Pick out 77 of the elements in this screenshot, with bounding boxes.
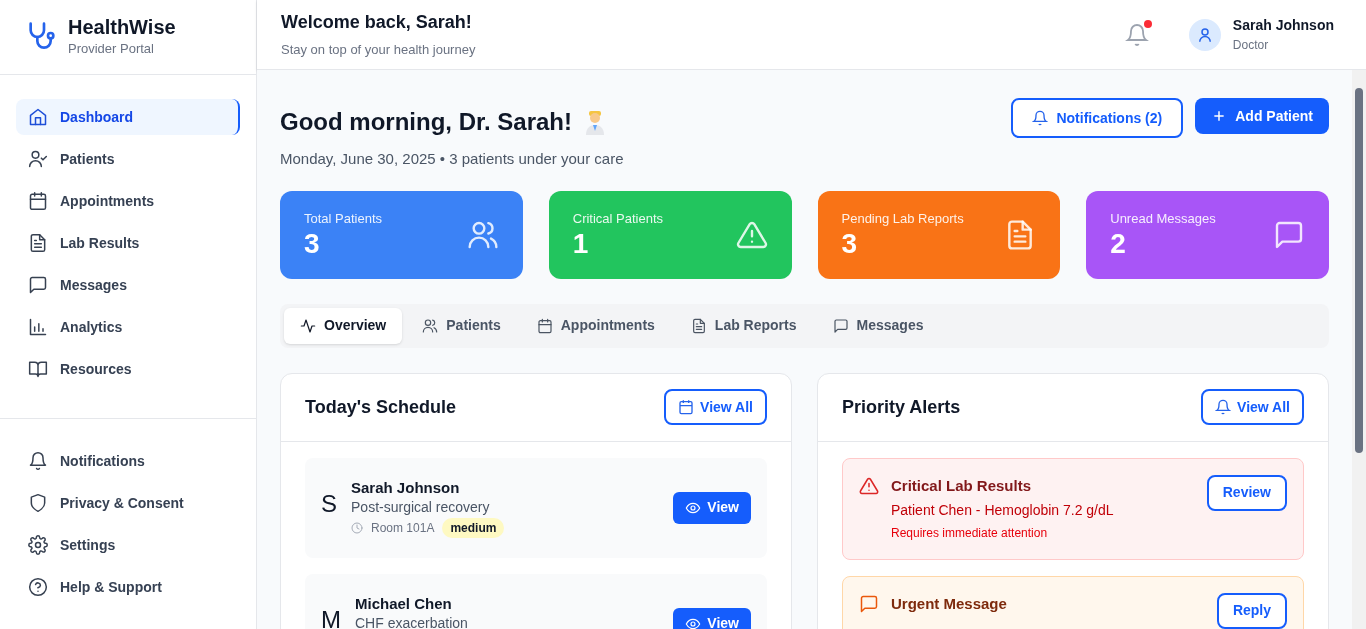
greeting-title: Good morning, Dr. Sarah! [280, 107, 573, 137]
patient-initial: M [321, 607, 341, 629]
card-title: Priority Alerts [842, 395, 961, 419]
calendar-icon [536, 317, 553, 334]
shield-icon [28, 493, 48, 513]
stat-value: 1 [572, 228, 590, 261]
nav-item[interactable]: Analytics [16, 309, 240, 345]
scrollbar[interactable] [1352, 70, 1366, 629]
stat-value: 3 [304, 228, 321, 261]
room-label: Room 101A [371, 519, 435, 537]
doctor-icon [584, 109, 607, 135]
tab[interactable]: Messages [816, 307, 940, 344]
nav-item[interactable]: Notifications [16, 443, 240, 479]
stat-label: Unread Messages [1110, 209, 1216, 228]
calendar-icon [28, 191, 48, 211]
help-icon [28, 577, 48, 597]
alert-note: Requires immediate attention [891, 525, 1049, 542]
user-check-icon [28, 149, 48, 169]
patient-name: Michael Chen [355, 593, 453, 614]
nav-item[interactable]: Messages [16, 267, 240, 303]
stat-label: Pending Lab Reports [841, 209, 964, 228]
chat-icon [28, 275, 48, 295]
home-icon [28, 107, 48, 127]
nav-item[interactable]: Patients [16, 141, 240, 177]
notifications-button[interactable]: Notifications (2) [1011, 98, 1184, 138]
patient-name: Sarah Johnson [351, 477, 461, 498]
app-name: HealthWise [68, 15, 176, 40]
page-title: Welcome back, Sarah! [281, 11, 473, 35]
nav-item[interactable]: Appointments [16, 183, 240, 219]
user-role: Doctor [1232, 37, 1270, 54]
alert-action-button[interactable]: Reply [1216, 592, 1287, 629]
document-icon [28, 233, 48, 253]
alert-detail: Patient Chen - Hemoglobin 7.2 g/dL [891, 501, 1114, 520]
stat-label: Total Patients [304, 209, 383, 228]
user-name: Sarah Johnson [1232, 16, 1334, 35]
view-all-button[interactable]: View All [664, 389, 767, 425]
nav-item[interactable]: Help & Support [16, 569, 240, 605]
bell-icon [1032, 110, 1049, 126]
card-title: Today's Schedule [305, 395, 456, 419]
stat-label: Critical Patients [572, 209, 664, 228]
settings-icon [28, 535, 48, 555]
nav-item[interactable]: Lab Results [16, 225, 240, 261]
nav-item[interactable]: Privacy & Consent [16, 485, 240, 521]
book-icon [28, 359, 48, 379]
view-all-button[interactable]: View All [1201, 389, 1304, 425]
users-icon [422, 317, 439, 334]
tab[interactable]: Lab Reports [674, 307, 813, 344]
bell-icon [28, 451, 48, 471]
nav-item[interactable]: Settings [16, 527, 240, 563]
visit-reason: Post-surgical recovery [351, 497, 491, 516]
avatar-icon[interactable] [1188, 18, 1221, 51]
pulse-icon [300, 317, 316, 334]
app-subtitle: Provider Portal [68, 40, 155, 59]
view-button[interactable]: View [673, 491, 751, 524]
nav-item[interactable]: Resources [16, 351, 240, 387]
stat-value: 2 [1110, 228, 1127, 261]
patient-initial: S [321, 491, 337, 516]
view-button[interactable]: View [673, 607, 751, 629]
calendar-icon [678, 399, 695, 415]
tab[interactable]: Appointments [520, 307, 671, 344]
priority-badge: medium [442, 517, 505, 538]
stat-value: 3 [841, 228, 859, 261]
bar-chart-icon [28, 317, 48, 337]
chat-icon [832, 317, 849, 334]
bell-icon [1215, 399, 1232, 415]
greeting-subtitle: Monday, June 30, 2025 • 3 patients under your care [280, 149, 624, 169]
alert-action-button[interactable]: Review [1206, 474, 1287, 511]
visit-reason: CHF exacerbation [355, 613, 468, 629]
page-subtitle: Stay on top of your health journey [281, 41, 477, 60]
alert-title: Urgent Message [891, 593, 1007, 614]
add-patient-button[interactable]: Add Patient [1195, 98, 1329, 134]
document-icon [690, 317, 707, 334]
clock-icon [351, 521, 363, 534]
tab[interactable]: Overview [284, 307, 403, 344]
nav-item[interactable]: Dashboard [16, 99, 240, 135]
alert-title: Critical Lab Results [891, 475, 1033, 496]
tab[interactable]: Patients [406, 307, 517, 344]
